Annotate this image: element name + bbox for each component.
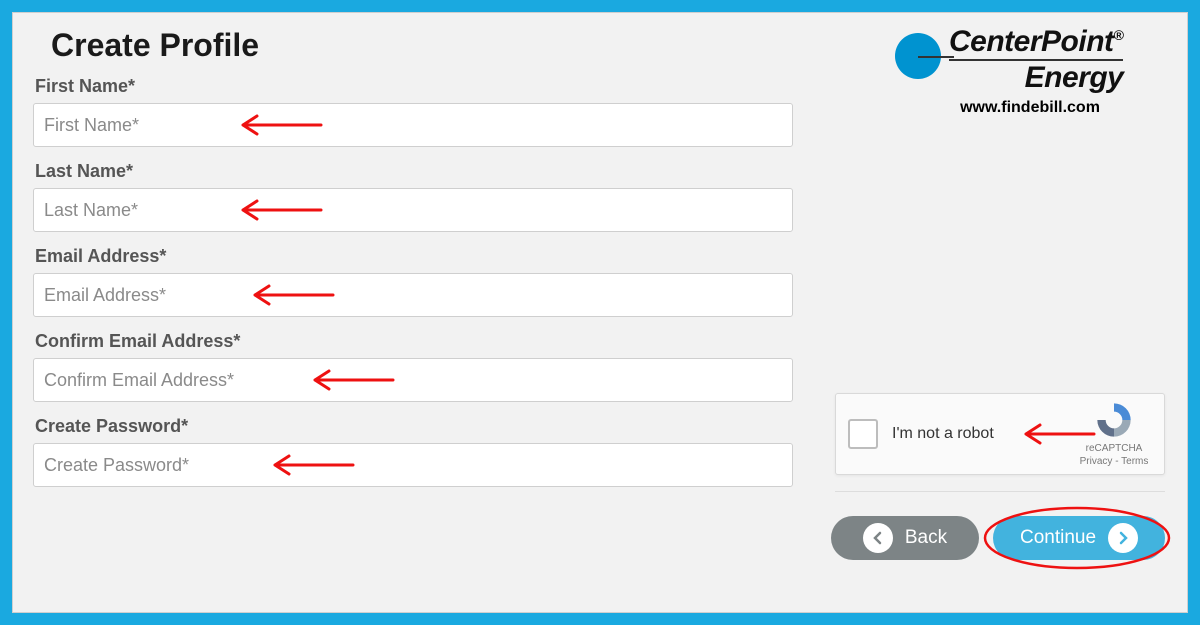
recaptcha-terms-link[interactable]: Terms — [1121, 456, 1148, 467]
last-name-label: Last Name* — [35, 161, 793, 182]
confirm-email-input[interactable] — [33, 358, 793, 402]
first-name-label: First Name* — [35, 76, 793, 97]
email-label: Email Address* — [35, 246, 793, 267]
first-name-input[interactable] — [33, 103, 793, 147]
form-panel: Create Profile CenterPoint® Energy www.f… — [12, 12, 1188, 613]
centerpoint-disc-icon — [895, 33, 941, 79]
separator — [835, 491, 1165, 492]
recaptcha-brand-text: reCAPTCHA — [1076, 442, 1152, 455]
back-button[interactable]: Back — [831, 516, 979, 560]
brand-line1: CenterPoint — [949, 25, 1114, 58]
recaptcha-branding: reCAPTCHA Privacy - Terms — [1076, 400, 1152, 468]
chevron-left-icon — [863, 523, 893, 553]
chevron-right-icon — [1108, 523, 1138, 553]
recaptcha-checkbox[interactable] — [848, 419, 878, 449]
password-input[interactable] — [33, 443, 793, 487]
recaptcha-widget: I'm not a robot reCAPTCHA Privacy - Term… — [835, 393, 1165, 475]
form-column: First Name* Last Name* Email Address* — [33, 76, 793, 487]
back-button-label: Back — [905, 527, 947, 549]
last-name-input[interactable] — [33, 188, 793, 232]
recaptcha-icon — [1094, 400, 1134, 440]
brand-url: www.findebill.com — [895, 99, 1165, 117]
continue-button-label: Continue — [1020, 527, 1096, 549]
page-frame: Create Profile CenterPoint® Energy www.f… — [0, 0, 1200, 625]
brand-line2: Energy — [949, 63, 1123, 93]
registered-mark: ® — [1114, 27, 1124, 43]
brand-logo: CenterPoint® Energy www.findebill.com — [895, 27, 1165, 117]
password-label: Create Password* — [35, 416, 793, 437]
button-row: Back Continue — [831, 516, 1165, 560]
continue-button[interactable]: Continue — [993, 516, 1165, 560]
recaptcha-privacy-link[interactable]: Privacy — [1080, 456, 1113, 467]
recaptcha-label: I'm not a robot — [892, 425, 1076, 443]
email-input[interactable] — [33, 273, 793, 317]
confirm-email-label: Confirm Email Address* — [35, 331, 793, 352]
